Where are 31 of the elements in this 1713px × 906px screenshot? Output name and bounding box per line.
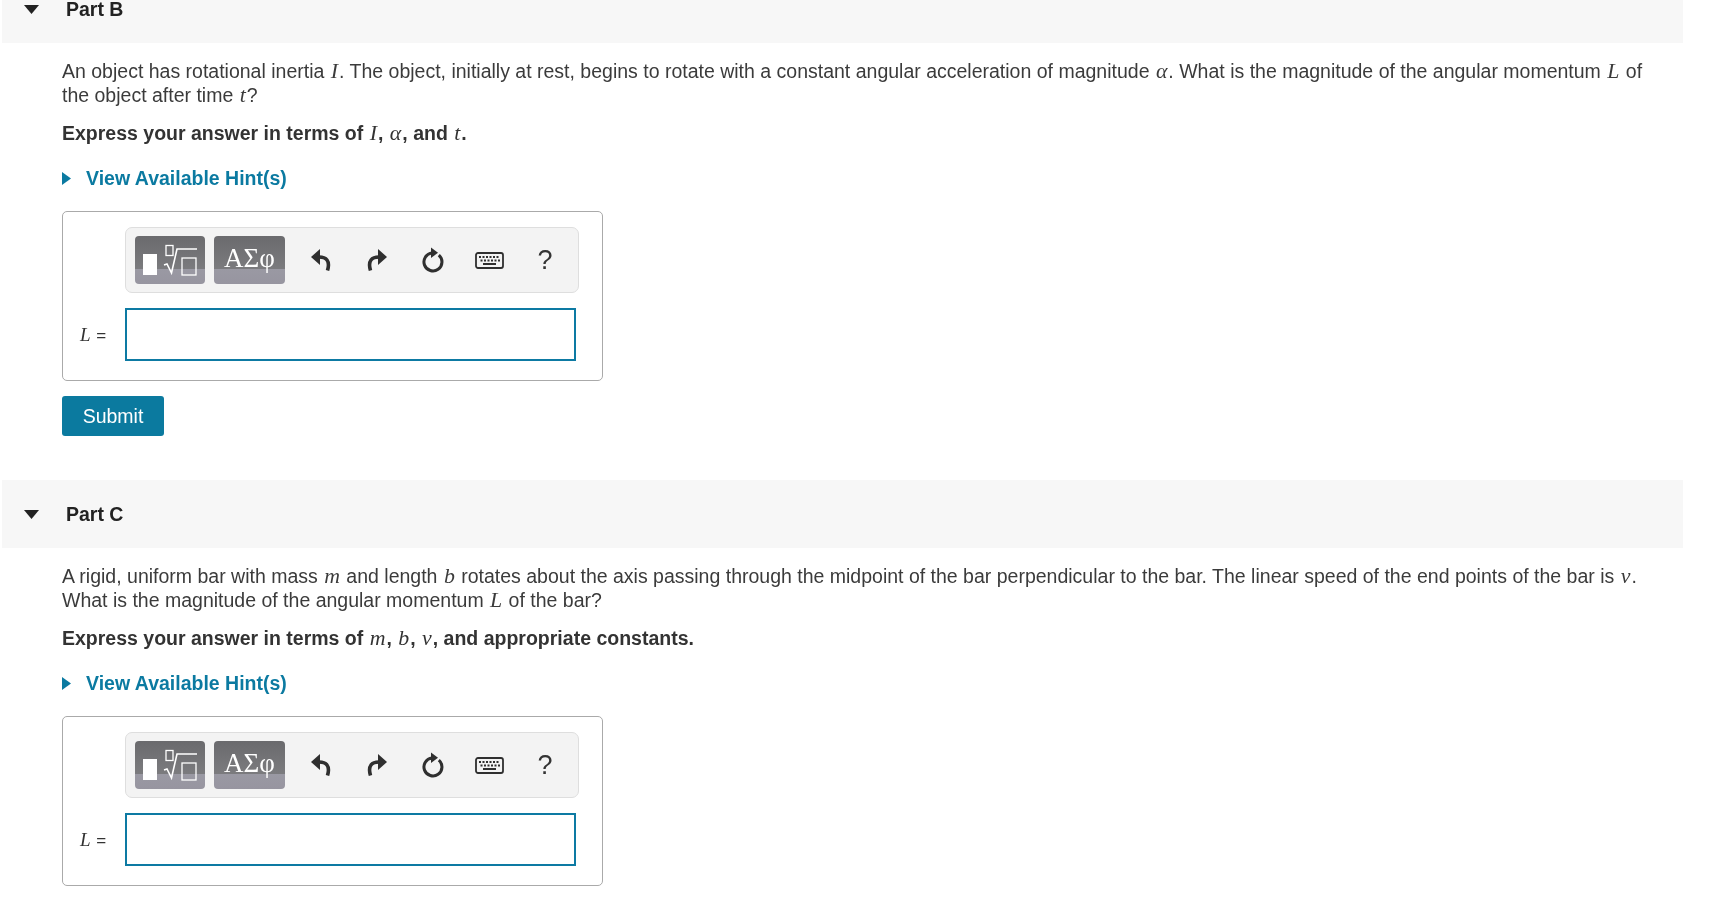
undo-arrow-icon bbox=[311, 754, 331, 776]
part-header-bar[interactable]: Part B bbox=[2, 0, 1683, 43]
circular-arrow-icon bbox=[421, 246, 445, 274]
submit-button[interactable]: Submit bbox=[62, 396, 164, 436]
answer-input[interactable] bbox=[125, 308, 576, 361]
templates-button[interactable] bbox=[135, 236, 205, 284]
answer-input[interactable] bbox=[125, 813, 576, 866]
view-hints-link[interactable]: View Available Hint(s) bbox=[62, 671, 287, 695]
root-template-icon bbox=[142, 749, 198, 781]
question-text: An object has rotational inertia I. The object, initially at rest, begins to rotate with a constant angular acceleration of magnitude α. What is the magnitude of the angular momentum L of the object after time t? bbox=[62, 59, 1644, 107]
part-title: Part B bbox=[66, 0, 124, 21]
undo-arrow-icon bbox=[311, 249, 331, 271]
question-text: A rigid, uniform bar with mass m and length b rotates about the axis passing through the midpoint of the bar perpendicular to the bar. The linear speed of the end points of the bar is v. What is the magnitude of the angular momentum L of the bar? bbox=[62, 564, 1638, 612]
greek-symbols-button[interactable]: ΑΣφ bbox=[214, 741, 285, 789]
answer-label: L = bbox=[79, 325, 107, 345]
keyboard-icon bbox=[474, 756, 504, 774]
root-template-icon bbox=[142, 244, 198, 276]
view-hints-link[interactable]: View Available Hint(s) bbox=[62, 166, 287, 190]
part-header-bar[interactable]: Part C bbox=[2, 480, 1683, 548]
help-button[interactable]: ? bbox=[517, 741, 573, 789]
redo-arrow-icon bbox=[367, 249, 387, 271]
instruction-text: Express your answer in terms of m, b, v, and appropriate constants. bbox=[62, 626, 695, 650]
circular-arrow-icon bbox=[421, 751, 445, 779]
part-title: Part C bbox=[66, 502, 124, 526]
greek-symbols-button[interactable]: ΑΣφ bbox=[214, 236, 285, 284]
keyboard-icon bbox=[474, 251, 504, 269]
help-button[interactable]: ? bbox=[517, 236, 573, 284]
answer-label: L = bbox=[79, 830, 107, 850]
instruction-text: Express your answer in terms of I, α, and t. bbox=[62, 121, 468, 145]
redo-arrow-icon bbox=[367, 754, 387, 776]
templates-button[interactable] bbox=[135, 741, 205, 789]
